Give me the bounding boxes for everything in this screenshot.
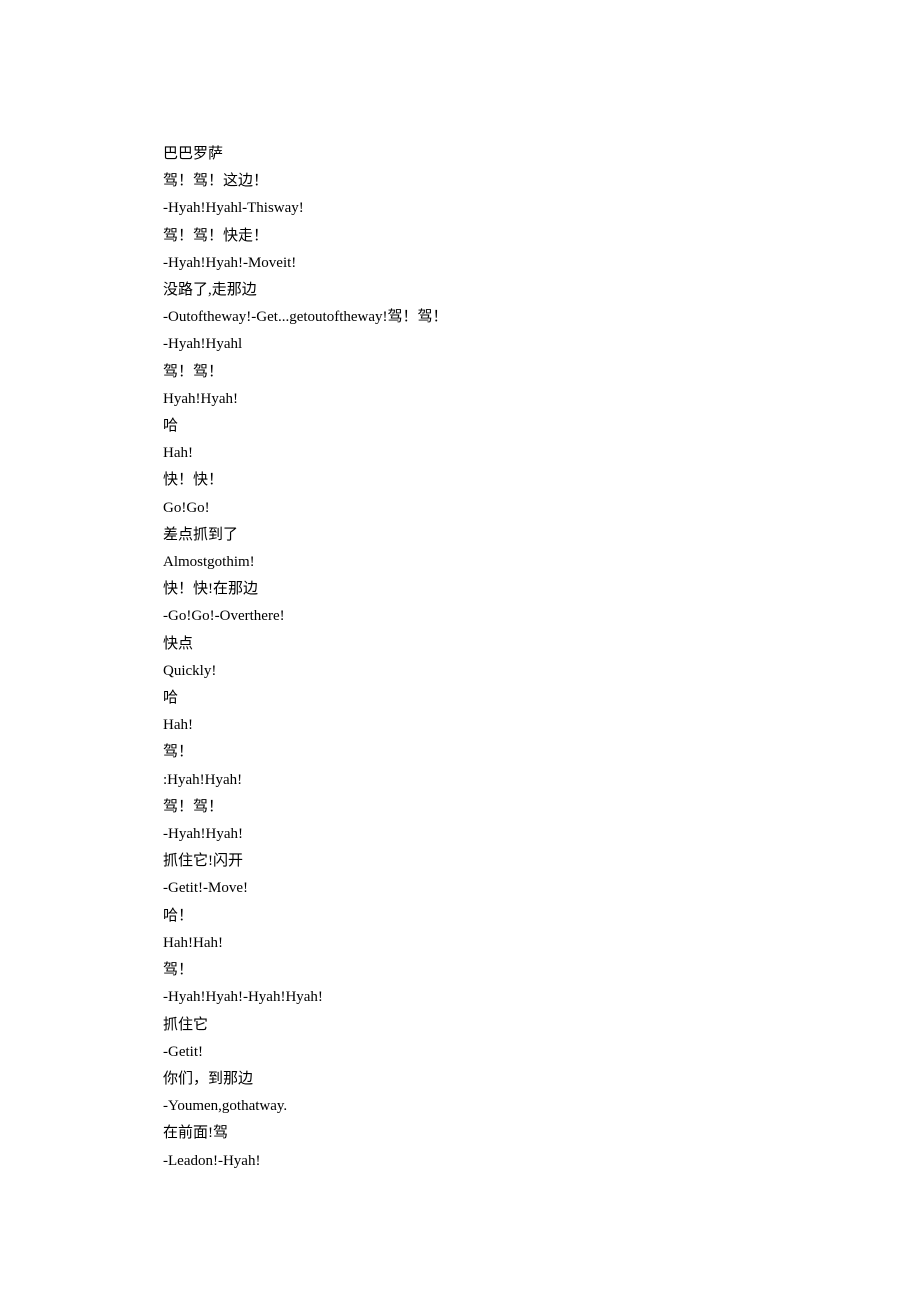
text-line: Hah! xyxy=(163,712,763,739)
text-line: 抓住它!闪开 xyxy=(163,848,763,875)
text-line: 差点抓到了 xyxy=(163,522,763,549)
text-line: 没路了,走那边 xyxy=(163,277,763,304)
text-line: -Go!Go!-Overthere! xyxy=(163,603,763,630)
text-line: 巴巴罗萨 xyxy=(163,141,763,168)
text-line: 快点 xyxy=(163,631,763,658)
text-line: 驾！驾！ xyxy=(163,359,763,386)
text-line: Go!Go! xyxy=(163,495,763,522)
text-line: 驾！ xyxy=(163,957,763,984)
text-line: 抓住它 xyxy=(163,1012,763,1039)
document-page: 巴巴罗萨 驾！驾！这边！ -Hyah!Hyahl-Thisway! 驾！驾！快走… xyxy=(0,0,763,1175)
text-line: -Hyah!Hyahl-Thisway! xyxy=(163,195,763,222)
text-line: 驾！ xyxy=(163,739,763,766)
text-line: -Hyah!Hyahl xyxy=(163,331,763,358)
text-line: 驾！驾！快走！ xyxy=(163,223,763,250)
text-line: :Hyah!Hyah! xyxy=(163,767,763,794)
text-line: Quickly! xyxy=(163,658,763,685)
text-line: Almostgothim! xyxy=(163,549,763,576)
text-line: -Leadon!-Hyah! xyxy=(163,1148,763,1175)
text-line: -Getit! xyxy=(163,1039,763,1066)
text-line: -Hyah!Hyah!-Moveit! xyxy=(163,250,763,277)
text-line: Hah!Hah! xyxy=(163,930,763,957)
text-line: Hah! xyxy=(163,440,763,467)
text-line: -Youmen,gothatway. xyxy=(163,1093,763,1120)
text-line: -Hyah!Hyah! xyxy=(163,821,763,848)
text-line: 快！快！ xyxy=(163,467,763,494)
text-line: 快！快!在那边 xyxy=(163,576,763,603)
text-line: 哈 xyxy=(163,685,763,712)
text-line: 你们，到那边 xyxy=(163,1066,763,1093)
text-line: 哈 xyxy=(163,413,763,440)
text-line: -Hyah!Hyah!-Hyah!Hyah! xyxy=(163,984,763,1011)
text-line: -Outoftheway!-Get...getoutoftheway!驾！驾！ xyxy=(163,304,763,331)
text-line: 在前面!驾 xyxy=(163,1120,763,1147)
text-line: 驾！驾！这边！ xyxy=(163,168,763,195)
text-line: Hyah!Hyah! xyxy=(163,386,763,413)
text-line: 哈！ xyxy=(163,903,763,930)
text-line: 驾！驾！ xyxy=(163,794,763,821)
text-line: -Getit!-Move! xyxy=(163,875,763,902)
